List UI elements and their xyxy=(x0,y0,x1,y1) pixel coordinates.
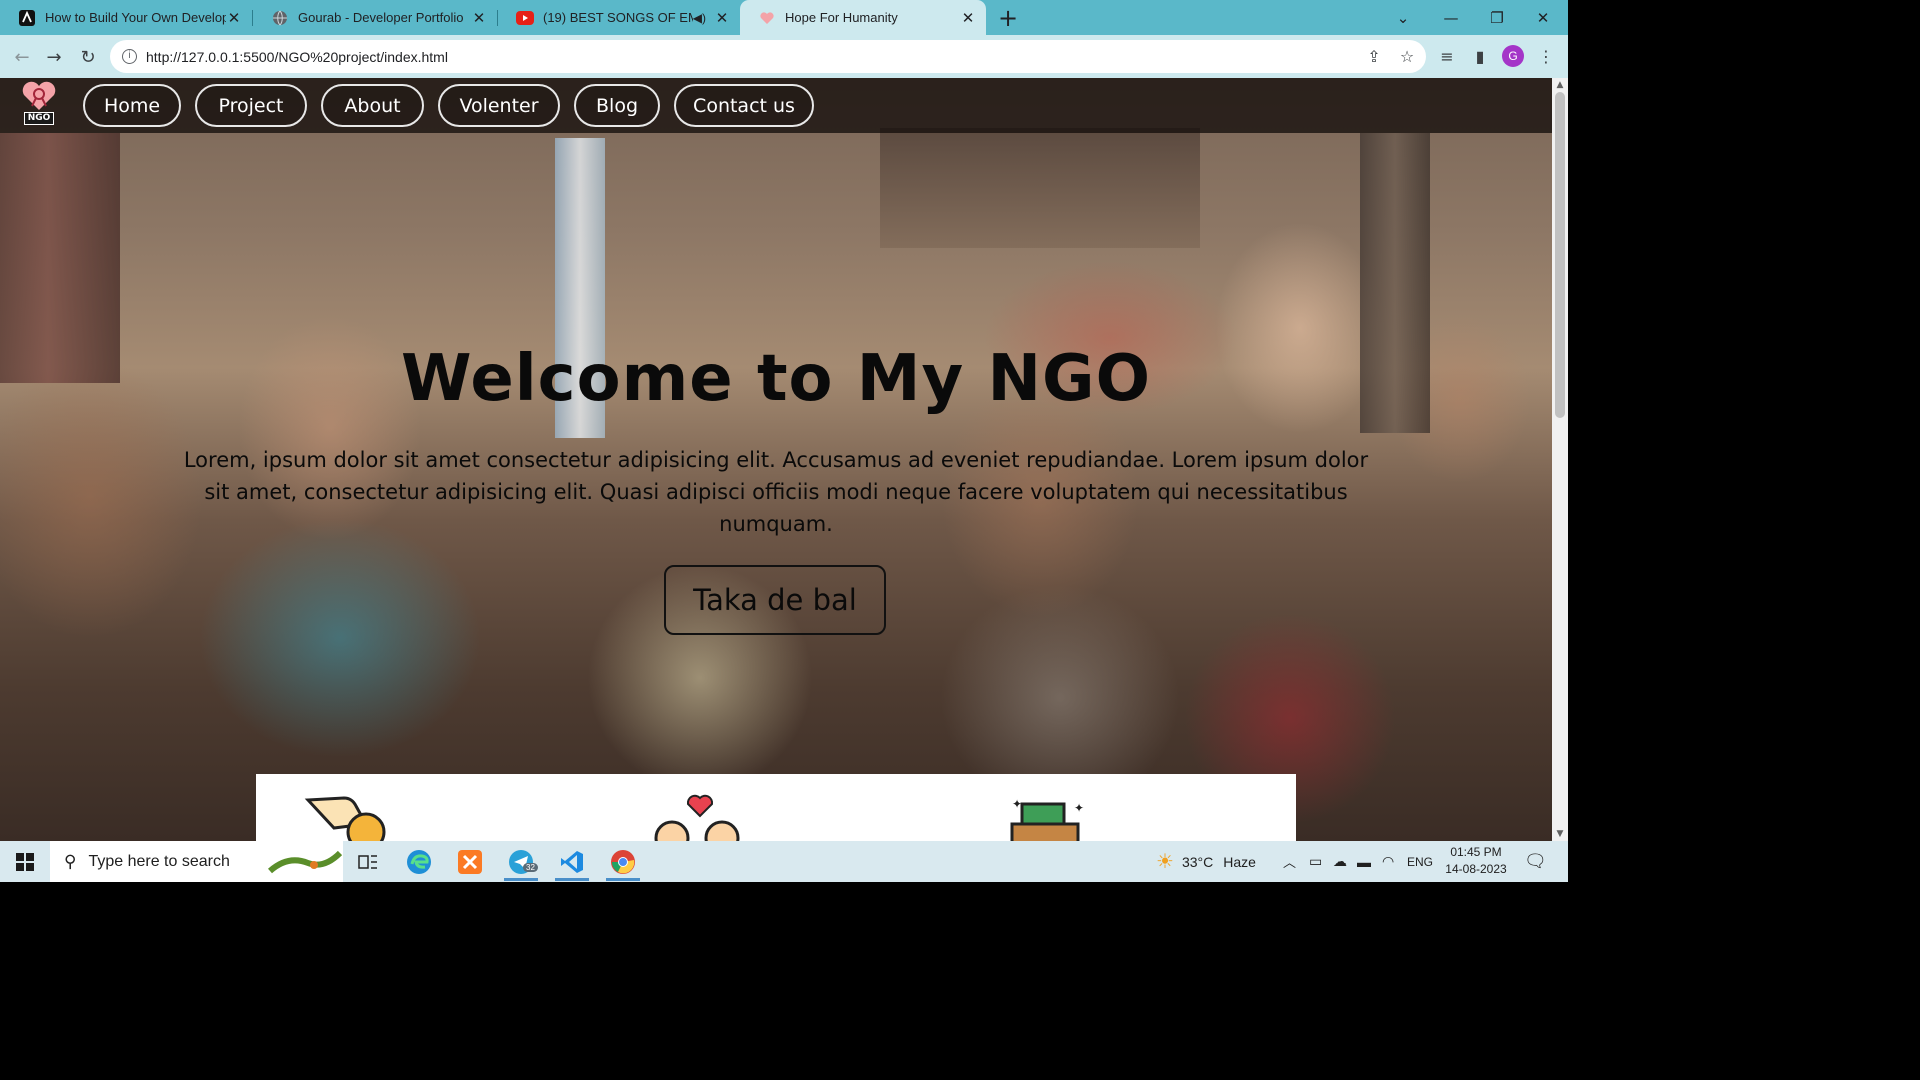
tab-title: Gourab - Developer Portfolio xyxy=(298,10,464,25)
page-viewport: NGO Home Project About Volenter Blog Con… xyxy=(0,78,1552,841)
profile-avatar[interactable]: G xyxy=(1502,45,1524,67)
xampp-icon[interactable] xyxy=(445,841,495,882)
url-text: http://127.0.0.1:5500/NGO%20project/inde… xyxy=(146,48,448,65)
menu-kebab-icon[interactable]: ⋮ xyxy=(1534,44,1558,68)
chrome-icon[interactable] xyxy=(598,841,648,882)
tab-strip: How to Build Your Own Develope ✕ Gourab … xyxy=(0,0,1568,35)
onedrive-cloud-icon[interactable]: ☁ xyxy=(1333,841,1347,882)
site-navbar: NGO Home Project About Volenter Blog Con… xyxy=(0,78,1552,133)
search-placeholder: Type here to search xyxy=(88,852,230,870)
scroll-up-icon[interactable]: ▲ xyxy=(1552,80,1568,90)
page-scrollbar[interactable]: ▲ ▼ xyxy=(1552,78,1568,841)
svg-text:✦: ✦ xyxy=(1074,801,1084,815)
tab-2[interactable]: (19) BEST SONGS OF EMRAA ◀) ✕ xyxy=(498,0,740,35)
back-icon[interactable]: ← xyxy=(9,44,35,70)
hero-description: Lorem, ipsum dolor sit amet consectetur … xyxy=(183,448,1369,536)
tab-3-active[interactable]: Hope For Humanity ✕ xyxy=(740,0,986,35)
tab-title: (19) BEST SONGS OF EMRAA xyxy=(543,10,693,25)
nav-volenter[interactable]: Volenter xyxy=(438,84,560,127)
close-icon[interactable]: ✕ xyxy=(226,9,242,27)
restore-icon[interactable]: ❐ xyxy=(1474,0,1520,35)
logo-tag: NGO xyxy=(23,112,55,125)
window-close-icon[interactable]: ✕ xyxy=(1520,0,1566,35)
battery-icon[interactable]: ▬ xyxy=(1357,841,1371,882)
tab-search-chevron-icon[interactable]: ⌄ xyxy=(1380,0,1426,35)
family-love-icon xyxy=(654,794,744,841)
haze-sun-icon: ☀ xyxy=(1156,851,1174,873)
hero-cta-button[interactable]: Taka de bal xyxy=(664,565,886,635)
meet-now-icon[interactable]: ▭ xyxy=(1309,841,1322,882)
tab-1[interactable]: Gourab - Developer Portfolio ✕ xyxy=(253,0,497,35)
scroll-down-icon[interactable]: ▼ xyxy=(1552,829,1568,839)
site-info-icon[interactable]: i xyxy=(122,49,137,64)
donation-hand-icon xyxy=(304,794,394,841)
language-indicator[interactable]: ENG xyxy=(1407,841,1433,882)
tab-title: Hope For Humanity xyxy=(785,10,898,25)
services-strip: ✦ ✦ xyxy=(256,774,1296,841)
telegram-badge: 32 xyxy=(523,863,538,872)
weather-temp: 33°C xyxy=(1181,853,1214,870)
hero-title: Welcome to My NGO xyxy=(401,342,1151,416)
taskbar-search[interactable]: ⚲ Type here to search xyxy=(50,841,343,882)
address-bar[interactable]: i http://127.0.0.1:5500/NGO%20project/in… xyxy=(110,40,1426,73)
nav-contact-us[interactable]: Contact us xyxy=(674,84,814,127)
windows-taskbar: ⚲ Type here to search 32 ☀ 33°C Haze ︿ ▭… xyxy=(0,841,1568,882)
globe-icon xyxy=(271,9,289,27)
nav-home[interactable]: Home xyxy=(83,84,181,127)
close-icon[interactable]: ✕ xyxy=(960,9,976,27)
task-view-icon[interactable] xyxy=(343,841,393,882)
bookmark-star-icon[interactable]: ☆ xyxy=(1395,44,1419,68)
vscode-icon[interactable] xyxy=(547,841,597,882)
clock-date: 14-08-2023 xyxy=(1445,862,1507,876)
minimize-icon[interactable]: — xyxy=(1428,0,1474,35)
site-logo-icon xyxy=(18,9,36,27)
money-box-icon: ✦ ✦ xyxy=(1008,794,1098,841)
nav-project[interactable]: Project xyxy=(195,84,307,127)
windows-start-button[interactable] xyxy=(0,841,50,882)
browser-toolbar: ← → ↻ i http://127.0.0.1:5500/NGO%20proj… xyxy=(0,35,1568,78)
heart-logo-icon xyxy=(758,9,776,27)
nav-about[interactable]: About xyxy=(321,84,424,127)
nav-blog[interactable]: Blog xyxy=(574,84,660,127)
new-tab-button[interactable]: + xyxy=(996,4,1020,32)
search-icon: ⚲ xyxy=(64,851,77,871)
close-icon[interactable]: ✕ xyxy=(714,9,730,27)
lizard-search-highlight-icon xyxy=(268,845,343,884)
taskbar-clock[interactable]: 01:45 PM 14-08-2023 xyxy=(1440,844,1512,878)
close-icon[interactable]: ✕ xyxy=(471,9,487,27)
share-icon[interactable]: ⇪ xyxy=(1362,44,1386,68)
heart-ribbon-icon xyxy=(22,81,56,110)
youtube-icon xyxy=(516,9,534,27)
windows-logo-icon xyxy=(16,852,34,871)
ngo-logo[interactable]: NGO xyxy=(17,81,61,128)
weather-condition: Haze xyxy=(1223,853,1256,870)
edge-icon[interactable] xyxy=(394,841,444,882)
speaker-muted-icon[interactable]: ◀) xyxy=(693,11,706,25)
notification-center-icon[interactable]: 🗨︎ xyxy=(1524,841,1547,882)
wifi-icon[interactable]: ◠ xyxy=(1382,841,1394,882)
clock-time: 01:45 PM xyxy=(1450,845,1502,859)
side-panel-icon[interactable]: ▮ xyxy=(1468,44,1492,68)
scrollbar-thumb[interactable] xyxy=(1555,92,1565,418)
forward-icon[interactable]: → xyxy=(41,44,67,70)
tab-title: How to Build Your Own Develope xyxy=(45,10,226,25)
show-hidden-icons-chevron-icon[interactable]: ︿ xyxy=(1283,841,1296,882)
media-queue-icon[interactable]: ≡ xyxy=(1435,44,1459,68)
tab-0[interactable]: How to Build Your Own Develope ✕ xyxy=(0,0,252,35)
reload-icon[interactable]: ↻ xyxy=(75,44,101,70)
weather-widget[interactable]: ☀ 33°C Haze xyxy=(1156,841,1256,882)
telegram-icon[interactable]: 32 xyxy=(496,841,546,882)
